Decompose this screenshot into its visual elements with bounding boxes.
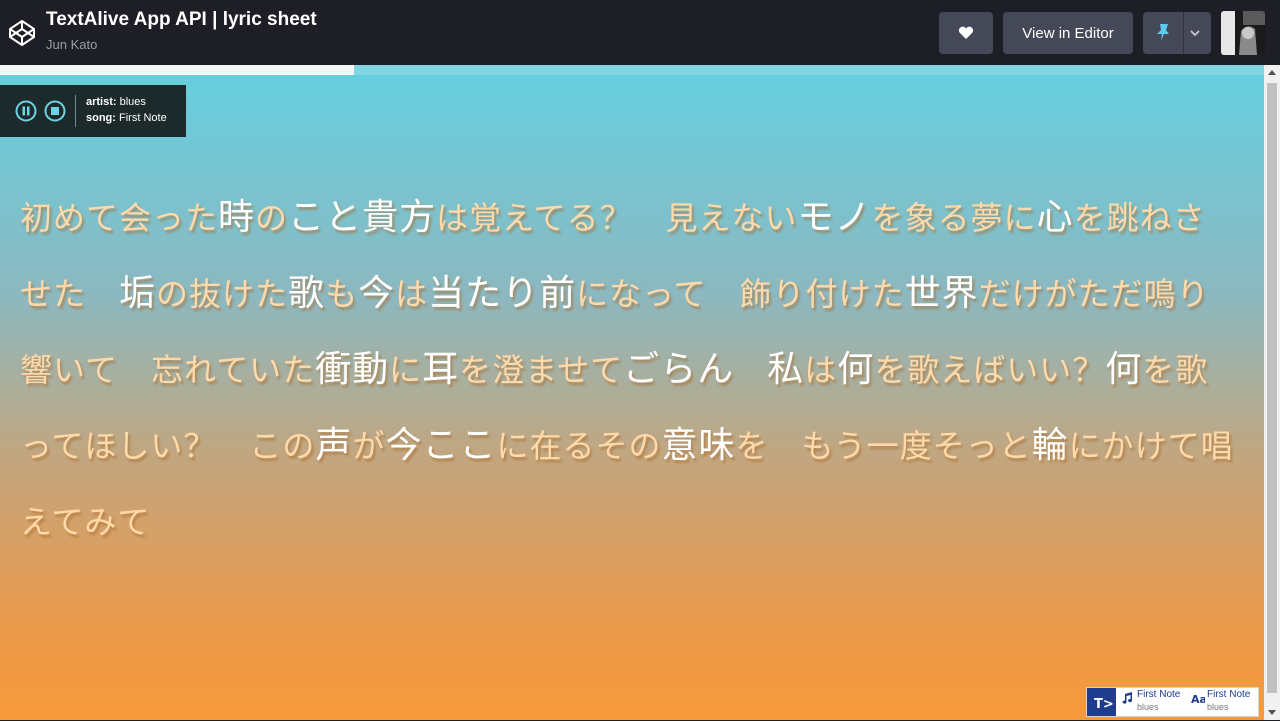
- heart-button[interactable]: [939, 12, 993, 54]
- heart-icon: [958, 26, 974, 39]
- lyric-word: モノ: [797, 197, 872, 238]
- svg-text:Aa: Aa: [1191, 693, 1205, 704]
- lyric-word: 時: [218, 197, 256, 238]
- lyric-word: を象る: [871, 199, 971, 237]
- lyric-word: を澄ませて: [459, 351, 624, 389]
- lyric-word: 歌: [288, 273, 326, 314]
- top-bar: TextAlive App API | lyric sheet Jun Kato…: [0, 0, 1280, 65]
- lyric-word: 意味: [661, 425, 736, 466]
- lyric-word: は覚えてる？: [436, 199, 666, 237]
- lyric-word: 今: [385, 425, 423, 466]
- lyric-word: に在るその: [496, 427, 662, 465]
- lyric-word: 耳: [422, 349, 460, 390]
- pin-icon: [1157, 24, 1169, 41]
- lyric-word: 前: [539, 273, 577, 314]
- player-panel: artist: blues song: First Note: [0, 85, 186, 137]
- lyric-word: 見えない: [665, 199, 798, 237]
- chevron-down-icon[interactable]: [1188, 26, 1202, 40]
- scroll-down-arrow-icon[interactable]: [1268, 710, 1276, 715]
- lyric-word: を: [735, 427, 802, 465]
- lyric-word: が: [352, 427, 386, 465]
- song-value: First Note: [119, 112, 167, 124]
- stop-icon[interactable]: [44, 100, 66, 122]
- textalive-logo-icon[interactable]: T>: [1087, 688, 1116, 716]
- artist-value: blues: [119, 96, 146, 108]
- view-in-editor-button[interactable]: View in Editor: [1003, 12, 1133, 54]
- lyric-word: 飾り付けた: [739, 275, 905, 313]
- lyric-sheet: 初めて会った時のこと貴方は覚えてる？ 見えないモノを象る夢に心を跳ねさせた 垢の…: [20, 180, 1235, 560]
- pause-icon[interactable]: [15, 100, 37, 122]
- lyric-word: 衝動: [315, 349, 390, 390]
- svg-text:T>: T>: [1094, 697, 1114, 712]
- lyric-word: に: [389, 351, 423, 389]
- lyric-word: 何: [837, 349, 875, 390]
- playback-progress-fill: [0, 65, 354, 75]
- lyric-word: ここ: [422, 425, 497, 466]
- music-note-icon: [1122, 692, 1133, 704]
- scroll-up-arrow-icon[interactable]: [1268, 70, 1276, 75]
- user-avatar[interactable]: [1221, 11, 1265, 55]
- scroll-thumb[interactable]: [1267, 83, 1277, 693]
- lyric-word: 夢: [970, 199, 1004, 237]
- lyric-word: 輪: [1031, 425, 1069, 466]
- lyric-word: を歌えばいい？: [874, 351, 1106, 389]
- font-aa-icon: Aa: [1191, 693, 1205, 704]
- lyric-word: 今: [358, 273, 396, 314]
- textalive-badge[interactable]: T> First Note blues Aa First Note blues: [1086, 687, 1259, 717]
- lyric-word: も: [325, 275, 359, 313]
- lyric-word: 貴方: [362, 197, 437, 238]
- lyric-word: に: [1003, 199, 1037, 237]
- artist-label: artist:: [86, 96, 117, 108]
- lyric-word: の抜けた: [156, 275, 289, 313]
- pin-button[interactable]: [1143, 12, 1211, 54]
- author-name[interactable]: Jun Kato: [46, 37, 97, 52]
- lyric-word: 私: [767, 349, 805, 390]
- page-title: TextAlive App API | lyric sheet: [46, 9, 317, 30]
- lyric-word: もう一度そっと: [801, 427, 1032, 465]
- lyric-word: は: [804, 351, 838, 389]
- lyric-word: 声: [315, 425, 353, 466]
- song-info: song: First Note: [86, 112, 167, 124]
- lyric-word: [734, 351, 767, 389]
- lyric-word: 当たり: [428, 273, 540, 314]
- pin-button-divider: [1183, 12, 1184, 54]
- avatar-image-icon: [1221, 11, 1265, 55]
- playback-progress-bar[interactable]: [0, 65, 1264, 75]
- artist-info: artist: blues: [86, 96, 146, 108]
- lyrics-credit-name: First Note: [1207, 689, 1251, 700]
- song-credit-name: First Note: [1137, 689, 1181, 700]
- song-label: song:: [86, 112, 116, 124]
- lyric-word: は: [395, 275, 429, 313]
- lyric-word: になって: [576, 275, 740, 313]
- lyric-stage: artist: blues song: First Note 初めて会った時のこ…: [0, 65, 1264, 720]
- lyric-word: この: [249, 427, 316, 465]
- lyric-word: 世界: [904, 273, 979, 314]
- codepen-logo-icon[interactable]: [7, 18, 37, 48]
- lyrics-credit-artist: blues: [1207, 702, 1229, 712]
- lyric-word: 垢: [119, 273, 157, 314]
- song-credit-artist: blues: [1137, 702, 1159, 712]
- lyric-word: 初めて会った: [20, 199, 219, 237]
- vertical-scrollbar[interactable]: [1264, 65, 1280, 720]
- lyric-word: 忘れていた: [151, 351, 316, 389]
- lyric-word: の: [255, 199, 289, 237]
- lyric-word: 何: [1105, 349, 1143, 390]
- player-divider: [75, 95, 76, 127]
- lyric-word: こと: [288, 197, 363, 238]
- lyric-word: 心: [1036, 197, 1074, 238]
- lyric-word: ごらん: [623, 349, 735, 390]
